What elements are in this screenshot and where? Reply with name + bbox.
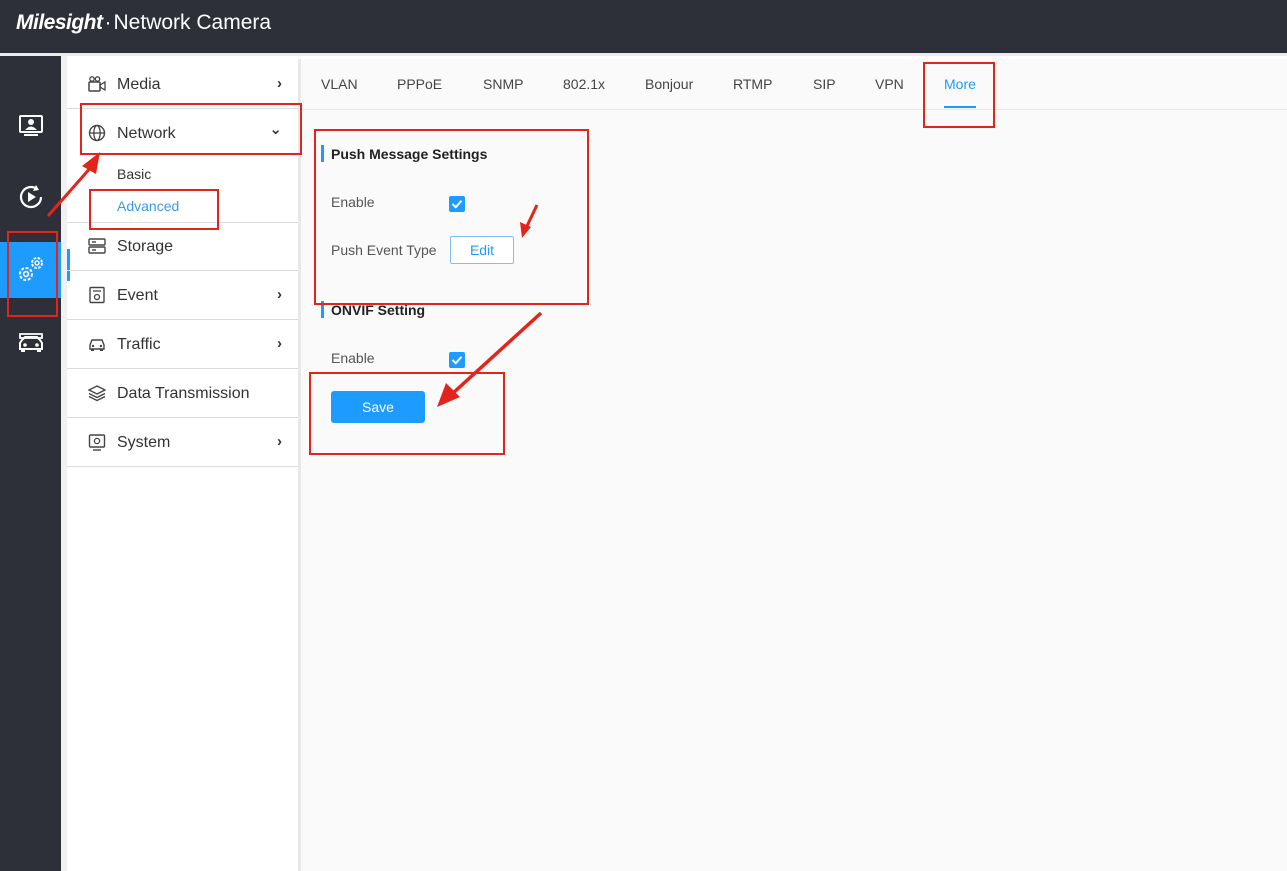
tab-pppoe[interactable]: PPPoE — [397, 76, 442, 92]
chevron-right-icon: › — [277, 433, 282, 450]
menu-item-media[interactable]: Media › — [67, 61, 298, 109]
tab-vlan[interactable]: VLAN — [321, 76, 358, 92]
system-icon — [88, 434, 106, 451]
rail-playback[interactable] — [0, 169, 61, 225]
media-icon — [88, 76, 106, 92]
menu-item-label: Media — [117, 76, 161, 93]
check-icon — [451, 356, 463, 365]
tab-snmp[interactable]: SNMP — [483, 76, 523, 92]
chevron-right-icon: › — [277, 335, 282, 352]
playback-icon — [19, 185, 42, 209]
settings-menu: Media › Network ⌄ Basic Advanced Storage… — [67, 59, 298, 871]
menu-item-label: Event — [117, 287, 158, 304]
menu-item-system[interactable]: System › — [67, 419, 298, 467]
tab-bar: VLAN PPPoE SNMP 802.1x Bonjour RTMP SIP … — [301, 59, 1287, 110]
menu-item-label: Traffic — [117, 336, 161, 353]
tab-sip[interactable]: SIP — [813, 76, 836, 92]
brand-separator: · — [104, 11, 112, 34]
icon-rail — [0, 56, 62, 871]
onvif-enable-label: Enable — [331, 350, 375, 366]
tab-bonjour[interactable]: Bonjour — [645, 76, 693, 92]
menu-item-label: Storage — [117, 238, 174, 255]
chevron-right-icon: › — [277, 286, 282, 303]
annotation-box-more-tab — [923, 62, 995, 128]
top-bar: Milesight·Network Camera — [0, 0, 1287, 53]
storage-icon — [88, 238, 106, 254]
live-view-icon — [18, 115, 43, 136]
brand: Milesight·Network Camera — [16, 11, 271, 35]
rail-live-view[interactable] — [0, 98, 61, 154]
event-icon — [89, 286, 105, 304]
menu-item-storage[interactable]: Storage — [67, 223, 298, 271]
layers-icon — [88, 385, 106, 402]
tab-vpn[interactable]: VPN — [875, 76, 904, 92]
menu-item-label: System — [117, 434, 171, 451]
annotation-box-network — [80, 103, 302, 155]
app-title: Network Camera — [113, 11, 272, 34]
annotation-box-advanced — [89, 189, 219, 230]
vehicle-icon — [18, 333, 43, 352]
chevron-right-icon: › — [277, 75, 282, 92]
annotation-box-push-settings — [314, 129, 589, 305]
tab-8021x[interactable]: 802.1x — [563, 76, 605, 92]
submenu-basic[interactable]: Basic — [117, 166, 151, 182]
menu-item-event[interactable]: Event › — [67, 272, 298, 320]
milesight-logo: Milesight — [16, 11, 103, 34]
tab-rtmp[interactable]: RTMP — [733, 76, 772, 92]
menu-item-data-transmission[interactable]: Data Transmission — [67, 370, 298, 418]
menu-item-label: Data Transmission — [117, 385, 250, 402]
onvif-enable-checkbox[interactable] — [449, 352, 465, 368]
annotation-box-save — [309, 372, 505, 455]
menu-item-traffic[interactable]: Traffic › — [67, 321, 298, 369]
header-divider — [0, 53, 1287, 56]
rail-vehicle[interactable] — [0, 314, 61, 370]
annotation-box-settings — [7, 231, 58, 317]
car-icon — [89, 339, 105, 351]
